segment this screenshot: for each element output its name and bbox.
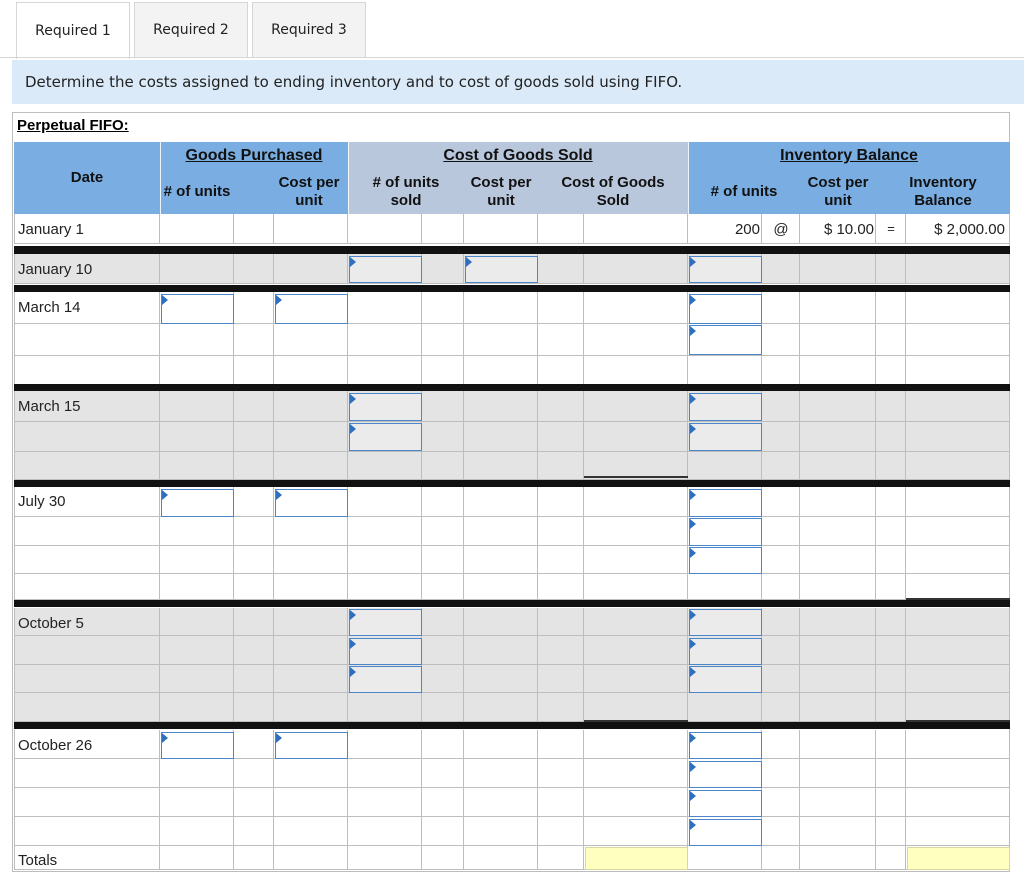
input-marker-icon bbox=[350, 639, 356, 649]
row-label-totals: Totals bbox=[18, 852, 58, 869]
header-date: Date bbox=[14, 142, 160, 214]
header-divider bbox=[160, 142, 161, 214]
input-marker-icon bbox=[690, 667, 696, 677]
input-marker-icon bbox=[690, 295, 696, 305]
oct26-cost-input[interactable] bbox=[275, 732, 348, 759]
input-marker-icon bbox=[276, 490, 282, 500]
oct26-units-input[interactable] bbox=[161, 732, 234, 759]
input-marker-icon bbox=[690, 394, 696, 404]
oct5-inventory-units-input-2[interactable] bbox=[689, 638, 762, 665]
jan1-inventory-balance: $ 2,000.00 bbox=[934, 221, 1005, 238]
header-cost-of-goods-sold: Cost of Goods Sold bbox=[348, 142, 688, 170]
header-divider bbox=[688, 142, 689, 214]
row-label-january-10: January 10 bbox=[18, 261, 93, 278]
input-marker-icon bbox=[350, 667, 356, 677]
header-divider bbox=[348, 142, 349, 214]
header-gp-cost: Cost per unit bbox=[234, 170, 348, 214]
oct26-inventory-units-input-4[interactable] bbox=[689, 819, 762, 846]
tab-required-3[interactable]: Required 3 bbox=[252, 2, 366, 57]
input-marker-icon bbox=[690, 733, 696, 743]
header-goods-purchased: Goods Purchased bbox=[160, 142, 348, 170]
input-marker-icon bbox=[690, 791, 696, 801]
jan1-at-symbol: @ bbox=[773, 221, 789, 238]
header-inventory-balance: Inventory Balance bbox=[688, 142, 1010, 170]
jan1-cost-per-unit: $ 10.00 bbox=[823, 221, 874, 238]
tab-required-1[interactable]: Required 1 bbox=[16, 2, 130, 59]
input-marker-icon bbox=[276, 733, 282, 743]
row-label-january-1: January 1 bbox=[18, 221, 84, 238]
row-label-march-14: March 14 bbox=[18, 299, 81, 316]
input-marker-icon bbox=[350, 257, 356, 267]
input-marker-icon bbox=[690, 820, 696, 830]
header-ib-cost: Cost per unit bbox=[800, 170, 876, 214]
mar14-cost-input[interactable] bbox=[275, 294, 348, 324]
instruction-banner: Determine the costs assigned to ending i… bbox=[12, 60, 1024, 104]
input-marker-icon bbox=[690, 519, 696, 529]
input-marker-icon bbox=[690, 639, 696, 649]
jul30-inventory-units-input[interactable] bbox=[689, 489, 762, 517]
input-marker-icon bbox=[162, 733, 168, 743]
row-label-october-5: October 5 bbox=[18, 615, 84, 632]
oct26-inventory-units-input-2[interactable] bbox=[689, 761, 762, 788]
header-cogs-cost: Cost per unit bbox=[464, 170, 538, 214]
jan1-units: 200 bbox=[734, 221, 760, 238]
input-marker-icon bbox=[690, 548, 696, 558]
jan10-cost-per-unit-input[interactable] bbox=[465, 256, 538, 283]
input-marker-icon bbox=[350, 610, 356, 620]
mar15-units-sold-input[interactable] bbox=[349, 393, 422, 421]
tab-required-2[interactable]: Required 2 bbox=[134, 2, 248, 57]
jul30-inventory-units-input-2[interactable] bbox=[689, 518, 762, 546]
mar14-inventory-units-input[interactable] bbox=[689, 294, 762, 324]
row-label-july-30: July 30 bbox=[18, 493, 66, 510]
row-label-march-15: March 15 bbox=[18, 398, 81, 415]
input-marker-icon bbox=[162, 490, 168, 500]
header-gp-units: # of units bbox=[160, 170, 234, 214]
oct5-units-sold-input-3[interactable] bbox=[349, 666, 422, 693]
input-marker-icon bbox=[690, 762, 696, 772]
mar15-units-sold-input-2[interactable] bbox=[349, 423, 422, 451]
mar14-inventory-units-input-2[interactable] bbox=[689, 325, 762, 355]
jan10-inventory-units-input[interactable] bbox=[689, 256, 762, 283]
jul30-units-input[interactable] bbox=[161, 489, 234, 517]
input-marker-icon bbox=[690, 490, 696, 500]
oct5-units-sold-input-2[interactable] bbox=[349, 638, 422, 665]
tab-divider bbox=[0, 57, 1024, 58]
input-marker-icon bbox=[276, 295, 282, 305]
input-marker-icon bbox=[466, 257, 472, 267]
mar15-inventory-units-input-2[interactable] bbox=[689, 423, 762, 451]
jan10-units-sold-input[interactable] bbox=[349, 256, 422, 283]
oct5-inventory-units-input[interactable] bbox=[689, 609, 762, 636]
header-ib-units: # of units bbox=[688, 170, 800, 214]
mar14-units-input[interactable] bbox=[161, 294, 234, 324]
input-marker-icon bbox=[690, 257, 696, 267]
mar15-inventory-units-input[interactable] bbox=[689, 393, 762, 421]
row-label-october-26: October 26 bbox=[18, 737, 93, 754]
header-cogs-total: Cost of Goods Sold bbox=[538, 170, 688, 214]
total-cost-of-goods-sold[interactable] bbox=[585, 847, 688, 870]
section-title: Perpetual FIFO: bbox=[17, 117, 129, 134]
jul30-inventory-units-input-3[interactable] bbox=[689, 547, 762, 574]
input-marker-icon bbox=[690, 424, 696, 434]
input-marker-icon bbox=[690, 326, 696, 336]
tab-bar: Required 1 Required 2 Required 3 bbox=[16, 2, 366, 59]
oct5-inventory-units-input-3[interactable] bbox=[689, 666, 762, 693]
jan1-equals-symbol: = bbox=[887, 221, 895, 236]
input-marker-icon bbox=[690, 610, 696, 620]
oct5-units-sold-input[interactable] bbox=[349, 609, 422, 636]
jul30-cost-input[interactable] bbox=[275, 489, 348, 517]
input-marker-icon bbox=[350, 394, 356, 404]
oct26-inventory-units-input[interactable] bbox=[689, 732, 762, 759]
input-marker-icon bbox=[350, 424, 356, 434]
input-marker-icon bbox=[162, 295, 168, 305]
total-inventory-balance[interactable] bbox=[907, 847, 1010, 870]
header-ib-balance: Inventory Balance bbox=[876, 170, 1010, 214]
oct26-inventory-units-input-3[interactable] bbox=[689, 790, 762, 817]
header-cogs-units: # of units sold bbox=[348, 170, 464, 214]
